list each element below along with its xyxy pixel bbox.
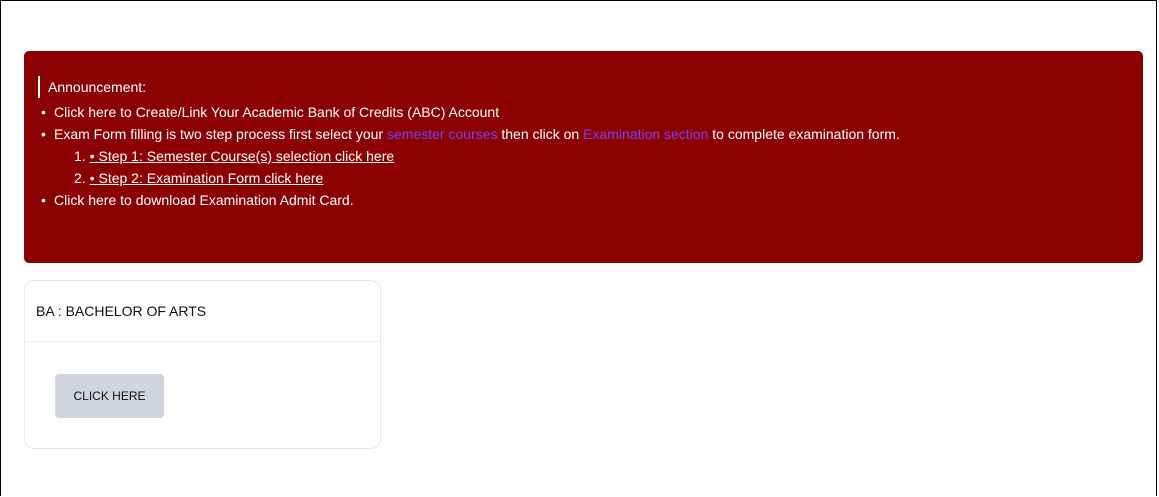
examination-section-link[interactable]: Examination section (583, 126, 708, 142)
announcement-item-admit-card-text[interactable]: Click here to download Examination Admit… (54, 192, 354, 208)
bullet-icon: • (41, 104, 46, 120)
announcement-list: • Click here to Create/Link Your Academi… (38, 101, 900, 211)
announcement-item-abc-text[interactable]: Click here to Create/Link Your Academic … (54, 104, 499, 120)
step-1-link[interactable]: • Step 1: Semester Course(s) selection c… (90, 148, 394, 164)
step-number: 2. (74, 170, 86, 186)
exam-form-text-b: then click on (497, 126, 584, 142)
program-card: BA : BACHELOR OF ARTS CLICK HERE (24, 280, 381, 449)
bullet-icon: • (41, 192, 46, 208)
click-here-button[interactable]: CLICK HERE (55, 374, 164, 418)
step-item-2: 2. • Step 2: Examination Form click here (38, 167, 900, 189)
announcement-title: Announcement: (38, 76, 146, 98)
page-frame: Announcement: • Click here to Create/Lin… (0, 0, 1157, 496)
step-number: 1. (74, 148, 86, 164)
semester-courses-link[interactable]: semester courses (387, 126, 497, 142)
steps-container: 1. • Step 1: Semester Course(s) selection… (38, 145, 900, 189)
exam-form-text-a: Exam Form filling is two step process fi… (54, 126, 387, 142)
announcement-item-exam-form: • Exam Form filling is two step process … (38, 123, 900, 145)
program-card-title: BA : BACHELOR OF ARTS (25, 281, 380, 342)
announcement-panel: Announcement: • Click here to Create/Lin… (24, 51, 1143, 263)
step-2-link[interactable]: • Step 2: Examination Form click here (90, 170, 324, 186)
announcement-item-admit-card[interactable]: • Click here to download Examination Adm… (38, 189, 900, 211)
bullet-icon: • (41, 126, 46, 142)
steps-list: 1. • Step 1: Semester Course(s) selection… (38, 145, 900, 189)
step-item-1: 1. • Step 1: Semester Course(s) selection… (38, 145, 900, 167)
announcement-item-abc[interactable]: • Click here to Create/Link Your Academi… (38, 101, 900, 123)
exam-form-text-c: to complete examination form. (708, 126, 900, 142)
